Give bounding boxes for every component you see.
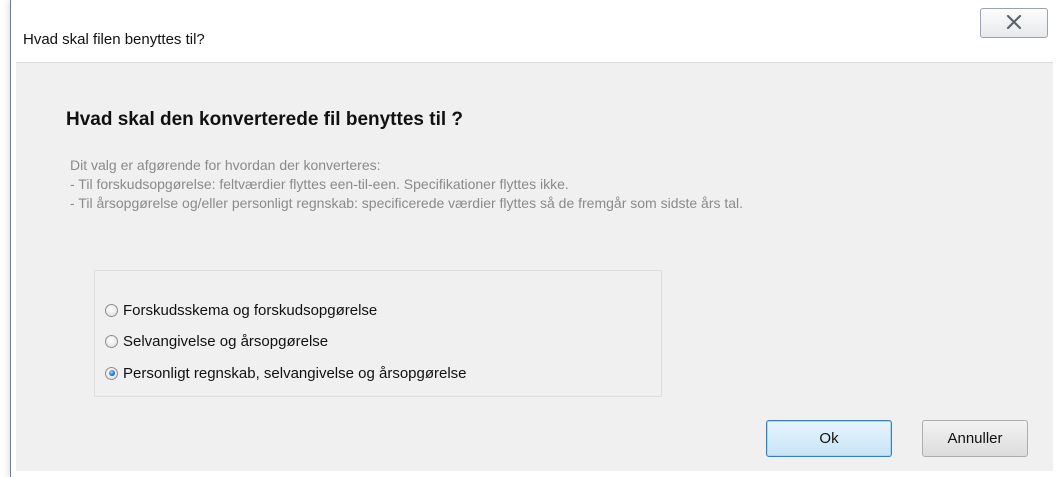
description-line: - Til forskudsopgørelse: feltværdier fly…	[70, 176, 569, 192]
options-group: Forskudsskema og forskudsopgørelse Selva…	[94, 270, 662, 397]
option-personligt-regnskab[interactable]: Personligt regnskab, selvangivelse og år…	[105, 362, 467, 384]
ok-button[interactable]: Ok	[766, 420, 892, 457]
option-label: Forskudsskema og forskudsopgørelse	[123, 301, 378, 319]
option-selvangivelse[interactable]: Selvangivelse og årsopgørelse	[105, 330, 328, 352]
dialog-window: Hvad skal filen benyttes til? Hvad skal …	[10, 0, 1057, 477]
radio-button[interactable]	[105, 334, 118, 348]
close-icon	[1006, 15, 1022, 29]
description-line: - Til årsopgørelse og/eller personligt r…	[70, 195, 744, 211]
cancel-button[interactable]: Annuller	[922, 420, 1028, 457]
window-title: Hvad skal filen benyttes til?	[23, 31, 205, 48]
dialog-heading: Hvad skal den konverterede fil benyttes …	[66, 109, 464, 130]
description-line: Dit valg er afgørende for hvordan der ko…	[70, 157, 381, 173]
option-label: Selvangivelse og årsopgørelse	[123, 332, 329, 350]
radio-button-selected[interactable]	[105, 366, 118, 380]
option-label: Personligt regnskab, selvangivelse og år…	[123, 364, 467, 382]
option-forskudsskema[interactable]: Forskudsskema og forskudsopgørelse	[105, 299, 377, 321]
description-text: Dit valg er afgørende for hvordan der ko…	[70, 156, 743, 213]
close-button[interactable]	[980, 8, 1048, 38]
title-bar: Hvad skal filen benyttes til?	[11, 8, 1057, 62]
radio-button[interactable]	[105, 303, 118, 317]
dialog-body: Hvad skal den konverterede fil benyttes …	[16, 62, 1053, 471]
